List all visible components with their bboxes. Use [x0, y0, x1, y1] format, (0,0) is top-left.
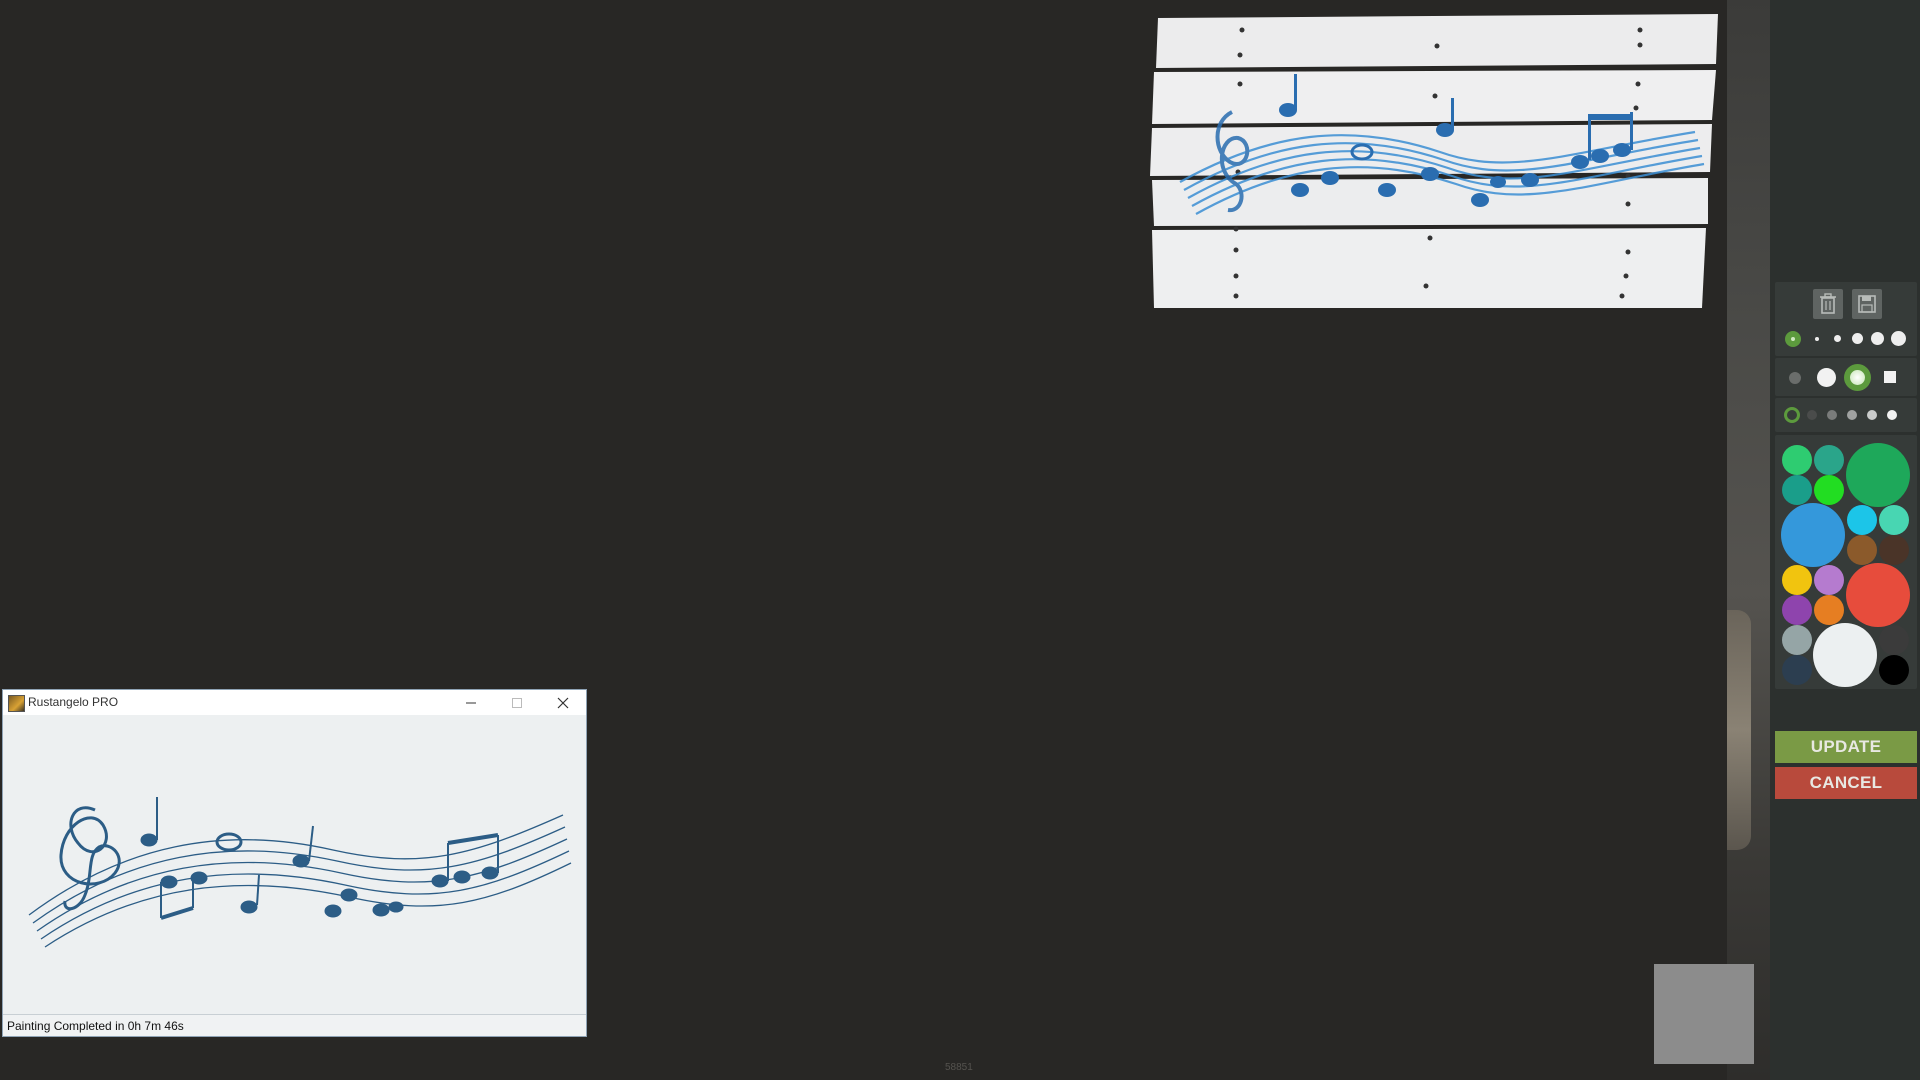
color-swatch-gray[interactable] [1782, 625, 1812, 655]
brush-type-hard[interactable] [1817, 368, 1836, 387]
color-swatch-brown[interactable] [1847, 535, 1877, 565]
minimize-button[interactable] [448, 690, 494, 715]
color-swatch-cyan[interactable] [1847, 505, 1877, 535]
file-tools-box [1775, 282, 1917, 327]
color-swatch-green[interactable] [1782, 445, 1812, 475]
trash-icon [1820, 293, 1836, 314]
color-swatch-orange[interactable] [1814, 595, 1844, 625]
color-swatch-navy[interactable] [1782, 655, 1812, 685]
brush-size-1-selected[interactable] [1785, 331, 1801, 347]
update-button[interactable]: UPDATE [1775, 731, 1917, 763]
opacity-6[interactable] [1887, 410, 1897, 420]
paint-tool-panel: UPDATE CANCEL [1770, 0, 1920, 1080]
color-swatch-lime[interactable] [1814, 475, 1844, 505]
maximize-icon [512, 697, 522, 708]
window-title: Rustangelo PRO [28, 695, 119, 709]
brush-size-row [1775, 322, 1917, 356]
status-bar: Painting Completed in 0h 7m 46s [3, 1014, 586, 1036]
opacity-1-selected[interactable] [1784, 407, 1800, 423]
color-swatch-charcoal[interactable] [1879, 625, 1909, 655]
color-swatch-dark-green-large[interactable] [1846, 443, 1910, 507]
trash-button[interactable] [1813, 289, 1843, 319]
app-logo-icon [8, 695, 25, 712]
color-palette [1775, 435, 1917, 689]
brush-size-2[interactable] [1815, 337, 1819, 341]
brush-size-4[interactable] [1852, 333, 1863, 344]
brush-size-6[interactable] [1891, 331, 1906, 346]
save-button[interactable] [1852, 289, 1882, 319]
opacity-row [1775, 398, 1917, 432]
game-background-strip [1727, 0, 1770, 1080]
source-image-preview [28, 797, 572, 948]
opacity-2[interactable] [1807, 410, 1817, 420]
color-swatch-black[interactable] [1879, 655, 1909, 685]
color-preview-square [1654, 964, 1754, 1064]
brush-size-3[interactable] [1834, 335, 1841, 342]
color-swatch-yellow[interactable] [1782, 565, 1812, 595]
color-swatch-lavender[interactable] [1814, 565, 1844, 595]
window-titlebar[interactable]: Rustangelo PRO [3, 690, 586, 715]
color-swatch-white-large[interactable] [1813, 623, 1877, 687]
opacity-3[interactable] [1827, 410, 1837, 420]
opacity-5[interactable] [1867, 410, 1877, 420]
color-swatch-teal[interactable] [1814, 445, 1844, 475]
brush-type-row [1775, 358, 1917, 396]
color-swatch-blue-large[interactable] [1781, 503, 1845, 567]
brush-type-square[interactable] [1884, 371, 1896, 383]
version-number: 58851 [945, 1062, 973, 1073]
close-button[interactable] [540, 690, 586, 715]
close-icon [557, 697, 569, 708]
brush-type-soft[interactable] [1789, 372, 1801, 384]
cancel-button[interactable]: CANCEL [1775, 767, 1917, 799]
rustangelo-window: Rustangelo PRO Painting Completed in 0h … [2, 689, 587, 1037]
color-swatch-purple[interactable] [1782, 595, 1812, 625]
brush-size-5[interactable] [1871, 332, 1884, 345]
floppy-disk-icon [1858, 295, 1876, 313]
color-swatch-turquoise[interactable] [1879, 505, 1909, 535]
minimize-icon [466, 702, 476, 703]
color-swatch-dark-brown[interactable] [1879, 535, 1909, 565]
painted-sign[interactable] [1150, 12, 1722, 314]
maximize-button[interactable] [494, 690, 540, 715]
treble-clef [59, 806, 121, 911]
brush-type-glow-selected[interactable] [1844, 364, 1871, 391]
status-text: Painting Completed in 0h 7m 46s [7, 1019, 184, 1033]
color-swatch-dark-teal[interactable] [1782, 475, 1812, 505]
opacity-4[interactable] [1847, 410, 1857, 420]
color-swatch-red-large[interactable] [1846, 563, 1910, 627]
